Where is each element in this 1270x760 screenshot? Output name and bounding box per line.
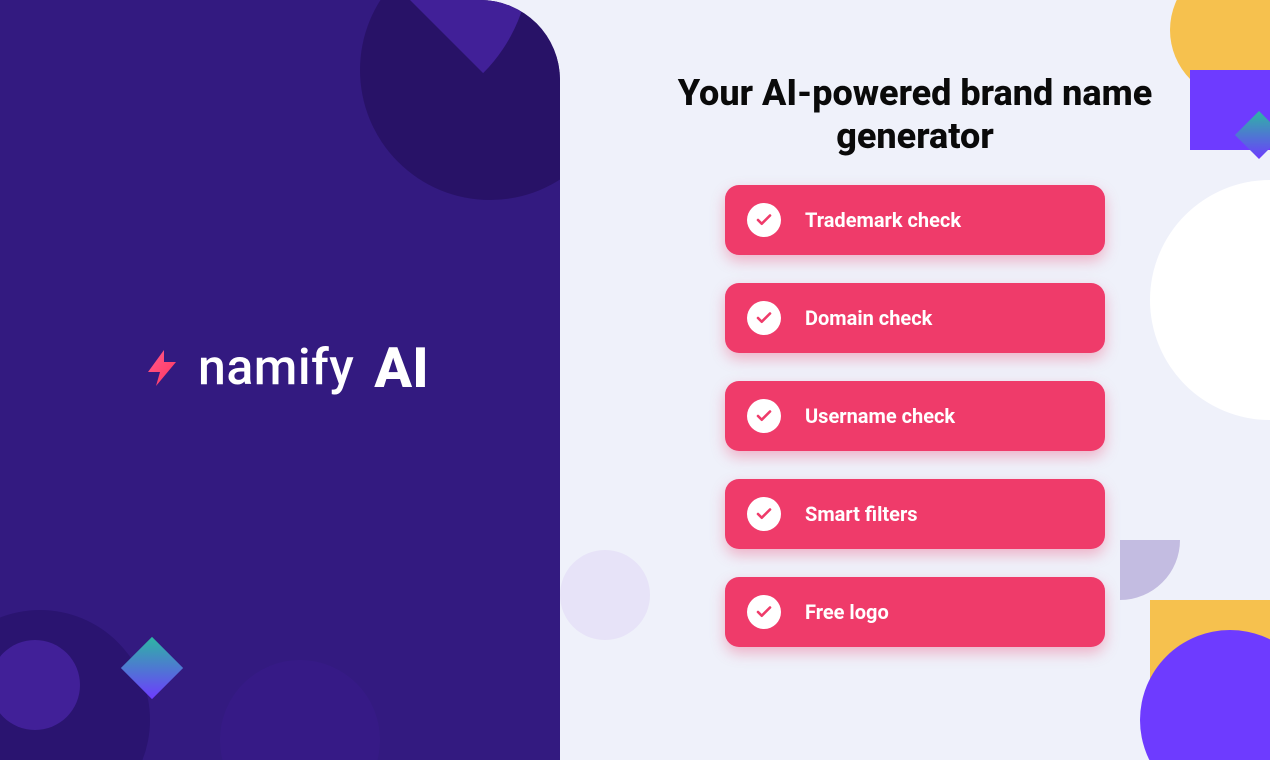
feature-item: Domain check: [725, 283, 1105, 353]
feature-list: Trademark check Domain check Username ch…: [725, 185, 1105, 647]
check-icon: [747, 399, 781, 433]
decorative-shape: [1120, 540, 1180, 600]
bolt-icon: [140, 346, 184, 390]
headline: Your AI-powered brand name generator: [665, 72, 1165, 158]
brand-suffix: AI: [374, 335, 429, 401]
feature-item: Smart filters: [725, 479, 1105, 549]
decorative-shape: [1150, 180, 1270, 420]
content-panel: Your AI-powered brand name generator Tra…: [560, 0, 1270, 760]
feature-label: Free logo: [805, 600, 889, 624]
brand-name: namify: [198, 339, 354, 397]
feature-label: Username check: [805, 404, 955, 428]
feature-label: Domain check: [805, 306, 932, 330]
check-icon: [747, 595, 781, 629]
check-icon: [747, 301, 781, 335]
feature-label: Smart filters: [805, 502, 918, 526]
check-icon: [747, 203, 781, 237]
check-icon: [747, 497, 781, 531]
decorative-shape: [220, 660, 380, 760]
feature-label: Trademark check: [805, 208, 961, 232]
feature-item: Free logo: [725, 577, 1105, 647]
brand-lockup: namify AI: [140, 335, 429, 401]
brand-panel: namify AI: [0, 0, 560, 760]
feature-item: Username check: [725, 381, 1105, 451]
decorative-shape: [560, 550, 650, 640]
feature-item: Trademark check: [725, 185, 1105, 255]
